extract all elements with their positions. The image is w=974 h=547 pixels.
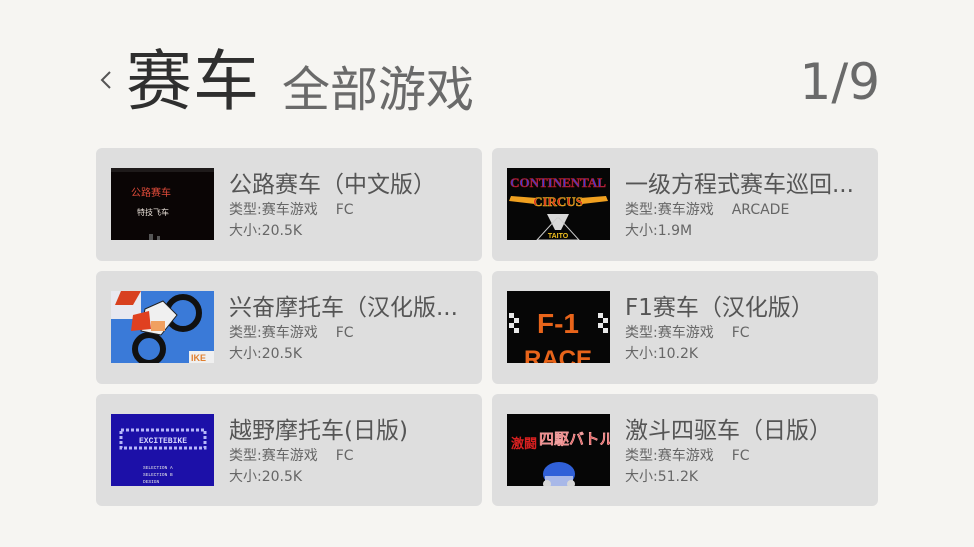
- game-title: 激斗四驱车（日版）: [625, 418, 832, 444]
- continental-circus-cover: CONTINENTAL CIRCUS TAITO: [507, 168, 610, 240]
- game-genre: 赛车游戏: [657, 325, 714, 341]
- cover-text: 激闘: [511, 436, 537, 451]
- game-size: 大小:51.2K: [625, 467, 866, 488]
- type-label: 类型:: [229, 448, 262, 464]
- game-cover-thumbnail: CONTINENTAL CIRCUS TAITO: [507, 168, 610, 240]
- type-label: 类型:: [229, 202, 262, 218]
- game-info: 激斗四驱车（日版） 类型:赛车游戏 FC 大小:51.2K: [625, 416, 866, 488]
- game-info: 公路赛车（中文版） 类型:赛车游戏 FC 大小:20.5K: [229, 170, 470, 242]
- cover-text: SELECTION A: [143, 465, 173, 471]
- game-card[interactable]: 激闘 四駆バトル 激斗四驱车（日版） 类型:赛车游戏 FC 大小:51.2K: [492, 394, 878, 506]
- size-label: 大小:: [229, 469, 262, 485]
- game-info: 一级方程式赛车巡回... 类型:赛车游戏 ARCADE 大小:1.9M: [625, 170, 866, 242]
- game-genre: 赛车游戏: [657, 202, 714, 218]
- cover-text: SELECTION B: [143, 472, 173, 478]
- cover-text: DESIGN: [143, 479, 160, 485]
- game-info: 兴奋摩托车（汉化版... 类型:赛车游戏 FC 大小:20.5K: [229, 293, 470, 365]
- game-genre: 赛车游戏: [657, 448, 714, 464]
- game-genre: 赛车游戏: [261, 448, 318, 464]
- game-platform: FC: [731, 448, 750, 464]
- cover-text: EXCITEBIKE: [139, 437, 187, 446]
- cover-text: TAITO: [548, 233, 569, 240]
- page-indicator: 1/9: [799, 53, 880, 111]
- game-cover-thumbnail: IKE: [111, 291, 214, 363]
- game-size: 大小:20.5K: [229, 344, 470, 365]
- type-label: 类型:: [229, 325, 262, 341]
- game-platform: FC: [335, 448, 354, 464]
- cover-text: 公路赛车: [131, 186, 171, 199]
- game-platform: FC: [731, 325, 750, 341]
- game-cover-thumbnail: EXCITEBIKE SELECTION A SELECTION B DESIG…: [111, 414, 214, 486]
- game-type: 类型:赛车游戏 FC: [625, 323, 866, 344]
- cover-text: 四駆バトル: [539, 431, 610, 448]
- type-label: 类型:: [625, 202, 658, 218]
- cover-text: 特技飞车: [137, 207, 169, 217]
- game-size-value: 51.2K: [657, 469, 699, 485]
- game-list-page: 赛车 全部游戏 1/9 公路赛车 特技飞车 公路赛车（中文版） 类型:赛车游戏 F…: [0, 0, 974, 547]
- game-type: 类型:赛车游戏 FC: [229, 446, 470, 467]
- game-type: 类型:赛车游戏 FC: [229, 323, 470, 344]
- game-size: 大小:1.9M: [625, 221, 866, 242]
- game-platform: ARCADE: [731, 202, 790, 218]
- excitebike-rider-cover: IKE: [111, 291, 214, 363]
- game-type: 类型:赛车游戏 ARCADE: [625, 200, 866, 221]
- cover-text: CONTINENTAL: [510, 175, 606, 190]
- size-label: 大小:: [229, 223, 262, 239]
- game-size-value: 1.9M: [657, 223, 693, 239]
- game-title: F1赛车（汉化版）: [625, 295, 814, 321]
- f1-race-cover: F-1 RACE: [507, 291, 610, 363]
- cover-text: CIRCUS: [533, 194, 583, 209]
- game-grid: 公路赛车 特技飞车 公路赛车（中文版） 类型:赛车游戏 FC 大小:20.5K C…: [96, 148, 878, 506]
- game-card[interactable]: IKE 兴奋摩托车（汉化版... 类型:赛车游戏 FC 大小:20.5K: [96, 271, 482, 384]
- excitebike-menu-cover: EXCITEBIKE SELECTION A SELECTION B DESIG…: [111, 414, 214, 486]
- game-title: 越野摩托车(日版): [229, 418, 408, 444]
- game-size: 大小:20.5K: [229, 221, 470, 242]
- cover-text: IKE: [191, 353, 206, 363]
- game-cover-thumbnail: F-1 RACE: [507, 291, 610, 363]
- size-label: 大小:: [229, 346, 262, 362]
- game-card[interactable]: EXCITEBIKE SELECTION A SELECTION B DESIG…: [96, 394, 482, 506]
- type-label: 类型:: [625, 448, 658, 464]
- game-info: 越野摩托车(日版) 类型:赛车游戏 FC 大小:20.5K: [229, 416, 470, 488]
- page-title: 赛车: [126, 43, 260, 120]
- game-card[interactable]: CONTINENTAL CIRCUS TAITO 一级方程式赛车巡回... 类型…: [492, 148, 878, 261]
- cover-text: F-1: [537, 308, 579, 339]
- game-title: 一级方程式赛车巡回...: [625, 172, 854, 198]
- game-cover-thumbnail: 公路赛车 特技飞车: [111, 168, 214, 240]
- page-subtitle: 全部游戏: [282, 62, 475, 118]
- game-type: 类型:赛车游戏 FC: [625, 446, 866, 467]
- cover-text: RACE: [524, 346, 592, 363]
- game-size-value: 10.2K: [657, 346, 699, 362]
- mini4wd-battle-cover: 激闘 四駆バトル: [507, 414, 610, 486]
- size-label: 大小:: [625, 223, 658, 239]
- type-label: 类型:: [625, 325, 658, 341]
- game-card[interactable]: 公路赛车 特技飞车 公路赛车（中文版） 类型:赛车游戏 FC 大小:20.5K: [96, 148, 482, 261]
- road-racer-cover: 公路赛车 特技飞车: [111, 168, 214, 240]
- header: 赛车 全部游戏 1/9: [96, 40, 880, 130]
- game-card[interactable]: F-1 RACE F1赛车（汉化版） 类型:赛车游戏 FC 大小:10.2K: [492, 271, 878, 384]
- game-size-value: 20.5K: [261, 223, 303, 239]
- game-cover-thumbnail: 激闘 四駆バトル: [507, 414, 610, 486]
- game-size: 大小:20.5K: [229, 467, 470, 488]
- size-label: 大小:: [625, 469, 658, 485]
- game-info: F1赛车（汉化版） 类型:赛车游戏 FC 大小:10.2K: [625, 293, 866, 365]
- game-size-value: 20.5K: [261, 346, 303, 362]
- size-label: 大小:: [625, 346, 658, 362]
- game-size-value: 20.5K: [261, 469, 303, 485]
- game-genre: 赛车游戏: [261, 325, 318, 341]
- game-title: 兴奋摩托车（汉化版...: [229, 295, 458, 321]
- chevron-left-icon: [100, 71, 111, 89]
- game-platform: FC: [335, 325, 354, 341]
- game-title: 公路赛车（中文版）: [229, 172, 436, 198]
- game-platform: FC: [335, 202, 354, 218]
- game-type: 类型:赛车游戏 FC: [229, 200, 470, 221]
- back-button[interactable]: [96, 64, 118, 96]
- game-genre: 赛车游戏: [261, 202, 318, 218]
- game-size: 大小:10.2K: [625, 344, 866, 365]
